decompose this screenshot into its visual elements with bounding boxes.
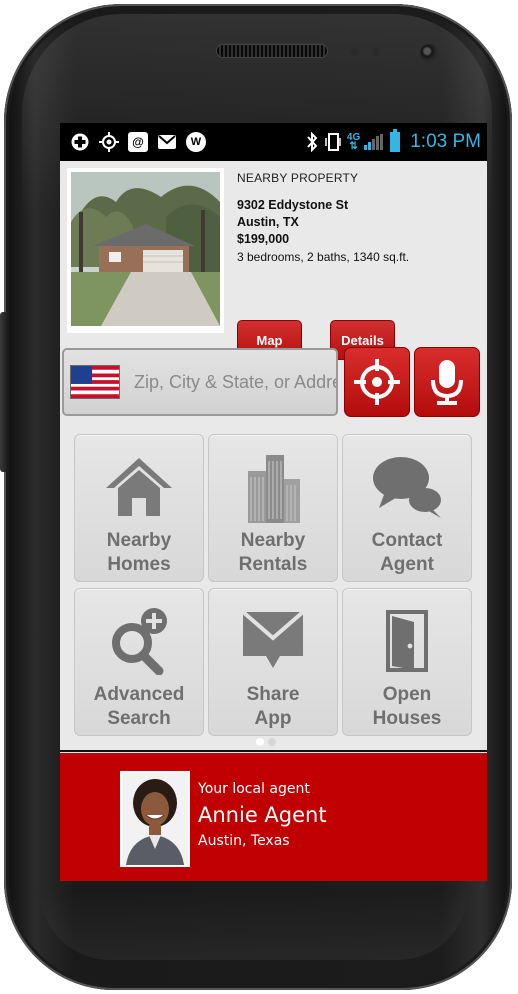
search-row: Zip, City & State, or Address — [60, 345, 487, 419]
tile-contact-agent[interactable]: Contact Agent — [342, 434, 472, 582]
tile-label: Share App — [246, 684, 300, 729]
divider — [60, 750, 487, 752]
gmail-icon — [157, 132, 177, 152]
page-dot-active — [256, 738, 264, 746]
status-right-cluster: 4G ⇅ 1:03 PM — [306, 129, 481, 153]
network-4g-indicator: 4G ⇅ — [346, 132, 361, 152]
at-sign-icon: @ — [128, 132, 148, 152]
signal-strength-icon — [364, 134, 384, 150]
tile-label: Open Houses — [372, 684, 442, 729]
tile-share-app[interactable]: Share App — [208, 588, 338, 736]
property-city: Austin, TX — [237, 215, 299, 229]
agent-location: Austin, Texas — [198, 833, 290, 849]
chat-bubbles-icon — [373, 457, 441, 518]
front-camera — [420, 44, 438, 62]
tile-advanced-search[interactable]: Advanced Search — [74, 588, 204, 736]
search-placeholder: Zip, City & State, or Address — [134, 371, 338, 392]
volume-button — [0, 312, 8, 472]
open-door-icon — [386, 610, 428, 672]
page-dot — [268, 738, 276, 746]
gps-target-icon — [99, 132, 119, 152]
agent-name: Annie Agent — [198, 803, 327, 827]
agent-caption: Your local agent — [198, 781, 310, 797]
buildings-icon — [248, 455, 300, 523]
property-heading: NEARBY PROPERTY — [237, 171, 359, 185]
tile-label: Nearby Rentals — [238, 530, 308, 575]
menu-grid: Nearby Homes Nearby Rentals Contact Agen… — [74, 434, 472, 750]
property-details-text: 3 bedrooms, 2 baths, 1340 sq.ft. — [237, 250, 410, 264]
medical-plus-icon — [70, 132, 90, 152]
locate-button[interactable] — [344, 347, 410, 417]
tile-label: Nearby Homes — [106, 530, 172, 575]
agent-text: Your local agent Annie Agent Austin, Tex… — [198, 779, 327, 851]
vibrate-icon — [325, 132, 341, 152]
bluetooth-icon — [306, 132, 318, 152]
envelope-icon — [241, 610, 305, 668]
screen: @ W 4G ⇅ 1:03 PM NEARBY PROPERTY 9302 Ed… — [60, 123, 487, 881]
clock: 1:03 PM — [410, 131, 481, 152]
magnifier-plus-icon — [112, 608, 167, 675]
tile-nearby-rentals[interactable]: Nearby Rentals — [208, 434, 338, 582]
agent-photo — [120, 771, 190, 867]
property-price: $199,000 — [237, 232, 290, 246]
tile-label: Advanced Search — [93, 684, 185, 729]
earpiece-speaker — [216, 44, 328, 58]
battery-icon — [390, 129, 401, 152]
crosshair-icon — [354, 359, 400, 405]
property-address: 9302 Eddystone St — [237, 198, 349, 212]
property-photo[interactable] — [67, 168, 224, 333]
tile-open-houses[interactable]: Open Houses — [342, 588, 472, 736]
light-sensor — [372, 48, 380, 56]
agent-banner[interactable]: Your local agent Annie Agent Austin, Tex… — [60, 753, 487, 881]
tile-label: Contact Agent — [371, 530, 443, 575]
search-input[interactable]: Zip, City & State, or Address — [62, 348, 338, 416]
property-info: NEARBY PROPERTY 9302 Eddystone St Austin… — [237, 171, 482, 265]
phone-chin — [40, 890, 468, 960]
page-indicator — [256, 738, 280, 746]
w-app-icon: W — [186, 132, 206, 152]
proximity-sensor — [350, 48, 358, 56]
tile-nearby-homes[interactable]: Nearby Homes — [74, 434, 204, 582]
microphone-icon — [431, 360, 463, 405]
us-flag-icon — [70, 365, 120, 399]
house-icon — [106, 458, 172, 516]
nearby-property-card[interactable]: NEARBY PROPERTY 9302 Eddystone St Austin… — [60, 161, 487, 360]
voice-search-button[interactable] — [414, 347, 480, 417]
status-bar: @ W 4G ⇅ 1:03 PM — [60, 123, 487, 161]
